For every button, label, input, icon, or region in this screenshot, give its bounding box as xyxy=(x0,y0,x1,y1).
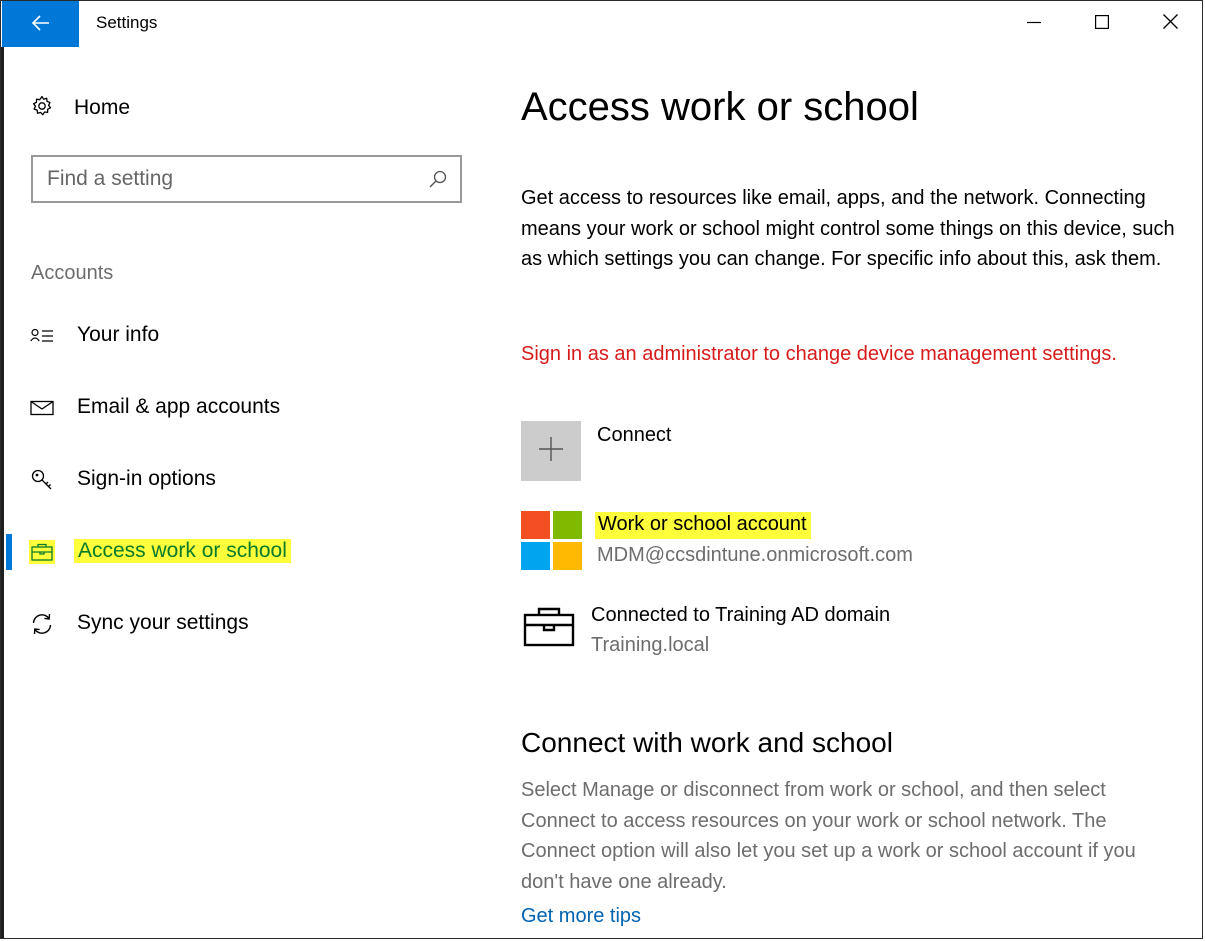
maximize-icon xyxy=(1095,14,1110,34)
sidebar-item-label: Access work or school xyxy=(74,539,291,563)
search-box[interactable] xyxy=(31,155,462,203)
ms-logo-yellow xyxy=(553,542,582,570)
back-arrow-icon xyxy=(31,14,50,34)
ms-logo-blue xyxy=(521,542,550,570)
sidebar-item-label: Email & app accounts xyxy=(77,395,281,418)
contact-info-icon xyxy=(29,324,55,348)
work-account-email: MDM@ccsdintune.onmicrosoft.com xyxy=(597,544,913,566)
home-label: Home xyxy=(74,96,131,119)
briefcase-icon[interactable] xyxy=(523,607,575,652)
work-account-title[interactable]: Work or school account xyxy=(595,512,811,539)
sidebar-item-access-work-or-school[interactable]: Access work or school xyxy=(1,530,481,574)
section-heading: Connect with work and school xyxy=(521,727,893,758)
minimize-icon xyxy=(1027,15,1041,34)
key-icon xyxy=(29,468,55,492)
ms-logo-green xyxy=(553,511,582,539)
search-icon[interactable] xyxy=(428,169,448,194)
back-button[interactable] xyxy=(2,1,79,47)
active-indicator xyxy=(6,534,12,570)
ad-domain-name: Training.local xyxy=(591,634,710,656)
minimize-button[interactable] xyxy=(1001,1,1067,47)
get-more-tips-link[interactable]: Get more tips xyxy=(521,905,641,928)
sidebar-item-label: Sign-in options xyxy=(77,467,216,490)
sidebar-item-sync-your-settings[interactable]: Sync your settings xyxy=(1,602,481,646)
ms-logo-red xyxy=(521,511,550,539)
app-title: Settings xyxy=(96,13,158,32)
microsoft-logo[interactable] xyxy=(521,511,583,571)
sidebar-item-email-app-accounts[interactable]: Email & app accounts xyxy=(1,386,481,430)
gear-icon xyxy=(31,95,53,122)
settings-window: Settings Home Find a setting Accounts Yo… xyxy=(0,0,1203,939)
home-nav[interactable]: Home xyxy=(31,93,130,123)
briefcase-icon xyxy=(29,540,55,564)
page-description: Get access to resources like email, apps… xyxy=(521,187,1175,270)
connect-label[interactable]: Connect xyxy=(597,424,672,447)
plus-icon xyxy=(538,436,564,467)
sidebar-item-label: Sync your settings xyxy=(77,611,249,634)
close-button[interactable] xyxy=(1137,1,1202,47)
connect-button[interactable] xyxy=(521,421,581,481)
title-bar: Settings xyxy=(1,1,1202,47)
ad-domain-title[interactable]: Connected to Training AD domain xyxy=(591,604,890,627)
admin-warning: Sign in as an administrator to change de… xyxy=(521,343,1117,365)
maximize-button[interactable] xyxy=(1069,1,1135,47)
sidebar-item-sign-in-options[interactable]: Sign-in options xyxy=(1,458,481,502)
search-input[interactable] xyxy=(47,165,407,193)
close-icon xyxy=(1162,14,1178,34)
page-title: Access work or school xyxy=(521,85,919,129)
accounts-section-label: Accounts xyxy=(31,262,114,284)
section-description: Select Manage or disconnect from work or… xyxy=(521,779,1136,893)
sidebar-item-label: Your info xyxy=(77,323,160,346)
mail-icon xyxy=(29,396,55,420)
sidebar-item-your-info[interactable]: Your info xyxy=(1,314,481,358)
sync-icon xyxy=(29,612,55,636)
